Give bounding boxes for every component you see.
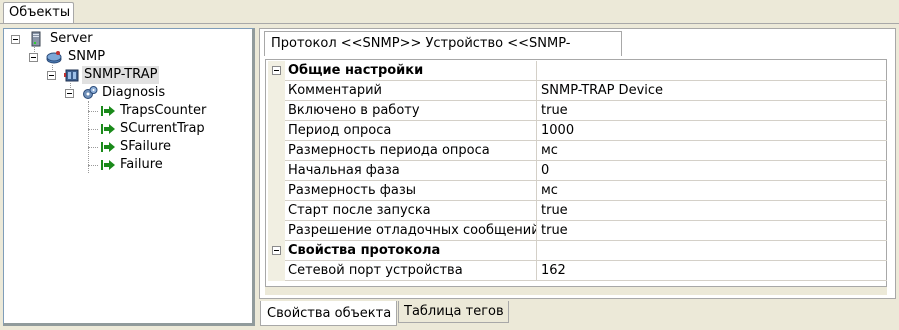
device-icon: [64, 67, 80, 83]
property-name: Размерность фазы: [285, 181, 537, 201]
property-row[interactable]: Комментарий SNMP-TRAP Device: [268, 81, 887, 101]
tree-node-snmp-trap[interactable]: SNMP-TRAP: [4, 66, 244, 84]
property-value[interactable]: true: [538, 201, 886, 221]
property-grid[interactable]: Общие настройки Комментарий SNMP-TRAP De…: [265, 59, 887, 287]
property-value[interactable]: SNMP-TRAP Device: [538, 81, 886, 101]
tree-node-label: Failure: [120, 157, 163, 172]
category-general-settings[interactable]: Общие настройки: [268, 61, 887, 81]
category-title: Общие настройки: [285, 61, 537, 81]
collapse-toggle[interactable]: [47, 71, 56, 80]
property-row[interactable]: Размерность фазы мс: [268, 181, 887, 201]
tree-node-snmp[interactable]: SNMP: [4, 48, 244, 66]
tree-node-label: SNMP: [68, 49, 106, 64]
tree-node-label: SCurrentTrap: [120, 121, 205, 136]
property-value[interactable]: 0: [538, 161, 886, 181]
tab-object-properties[interactable]: Свойства объекта: [260, 301, 397, 326]
tree-node-label: SNMP-TRAP: [82, 66, 160, 84]
tree-node-failure[interactable]: Failure: [4, 156, 244, 174]
property-value[interactable]: мс: [538, 141, 886, 161]
property-value[interactable]: true: [538, 221, 886, 241]
object-tree[interactable]: Server SNMP SNMP-TRAP Diagnosis TrapsCou…: [3, 28, 255, 326]
tab-object-properties-label: Свойства объекта: [267, 306, 392, 321]
property-row[interactable]: Старт после запуска true: [268, 201, 887, 221]
property-name: Начальная фаза: [285, 161, 537, 181]
tree-node-diagnosis[interactable]: Diagnosis: [4, 84, 244, 102]
arrow-right-icon: [100, 103, 116, 119]
category-protocol-properties[interactable]: Свойства протокола: [268, 241, 887, 261]
tree-node-label: Server: [50, 31, 93, 46]
tab-protocol-device[interactable]: Протокол <<SNMP>> Устройство <<SNMP-TRAP…: [264, 31, 622, 75]
server-icon: [28, 31, 44, 47]
arrow-right-icon: [100, 139, 116, 155]
collapse-toggle[interactable]: [272, 66, 281, 75]
property-value[interactable]: 1000: [538, 121, 886, 141]
property-row[interactable]: Начальная фаза 0: [268, 161, 887, 181]
tree-node-label: Diagnosis: [102, 85, 166, 100]
snmp-icon: [46, 49, 62, 65]
tab-objects-label: Объекты: [9, 5, 71, 20]
tree-node-label: TrapsCounter: [120, 103, 207, 118]
tree-node-scurrenttrap[interactable]: SCurrentTrap: [4, 120, 244, 138]
collapse-toggle[interactable]: [11, 35, 20, 44]
property-value[interactable]: мс: [538, 181, 886, 201]
tree-node-trapscounter[interactable]: TrapsCounter: [4, 102, 244, 120]
property-name: Разрешение отладочных сообщений: [285, 221, 537, 241]
property-name: Размерность периода опроса: [285, 141, 537, 161]
property-row[interactable]: Сетевой порт устройства 162: [268, 261, 887, 281]
property-name: Период опроса: [285, 121, 537, 141]
property-row[interactable]: Включено в работу true: [268, 101, 887, 121]
property-row[interactable]: Размерность периода опроса мс: [268, 141, 887, 161]
arrow-right-icon: [100, 157, 116, 173]
tab-tag-table[interactable]: Таблица тегов: [398, 301, 509, 323]
property-row[interactable]: Период опроса 1000: [268, 121, 887, 141]
arrow-right-icon: [100, 121, 116, 137]
tree-node-server[interactable]: Server: [4, 30, 244, 48]
collapse-toggle[interactable]: [29, 53, 38, 62]
gears-icon: [82, 85, 98, 101]
tree-node-label: SFailure: [120, 139, 172, 154]
tab-tag-table-label: Таблица тегов: [404, 304, 504, 319]
property-name: Сетевой порт устройства: [285, 261, 537, 281]
property-value[interactable]: 162: [538, 261, 886, 281]
tree-node-sfailure[interactable]: SFailure: [4, 138, 244, 156]
category-title: Свойства протокола: [285, 241, 537, 261]
property-value[interactable]: true: [538, 101, 886, 121]
property-name: Комментарий: [285, 81, 537, 101]
property-name: Включено в работу: [285, 101, 537, 121]
grid-footer: [265, 287, 887, 295]
property-row[interactable]: Разрешение отладочных сообщений true: [268, 221, 887, 241]
property-name: Старт после запуска: [285, 201, 537, 221]
collapse-toggle[interactable]: [65, 89, 74, 98]
collapse-toggle[interactable]: [272, 246, 281, 255]
tab-objects[interactable]: Объекты: [3, 2, 74, 24]
